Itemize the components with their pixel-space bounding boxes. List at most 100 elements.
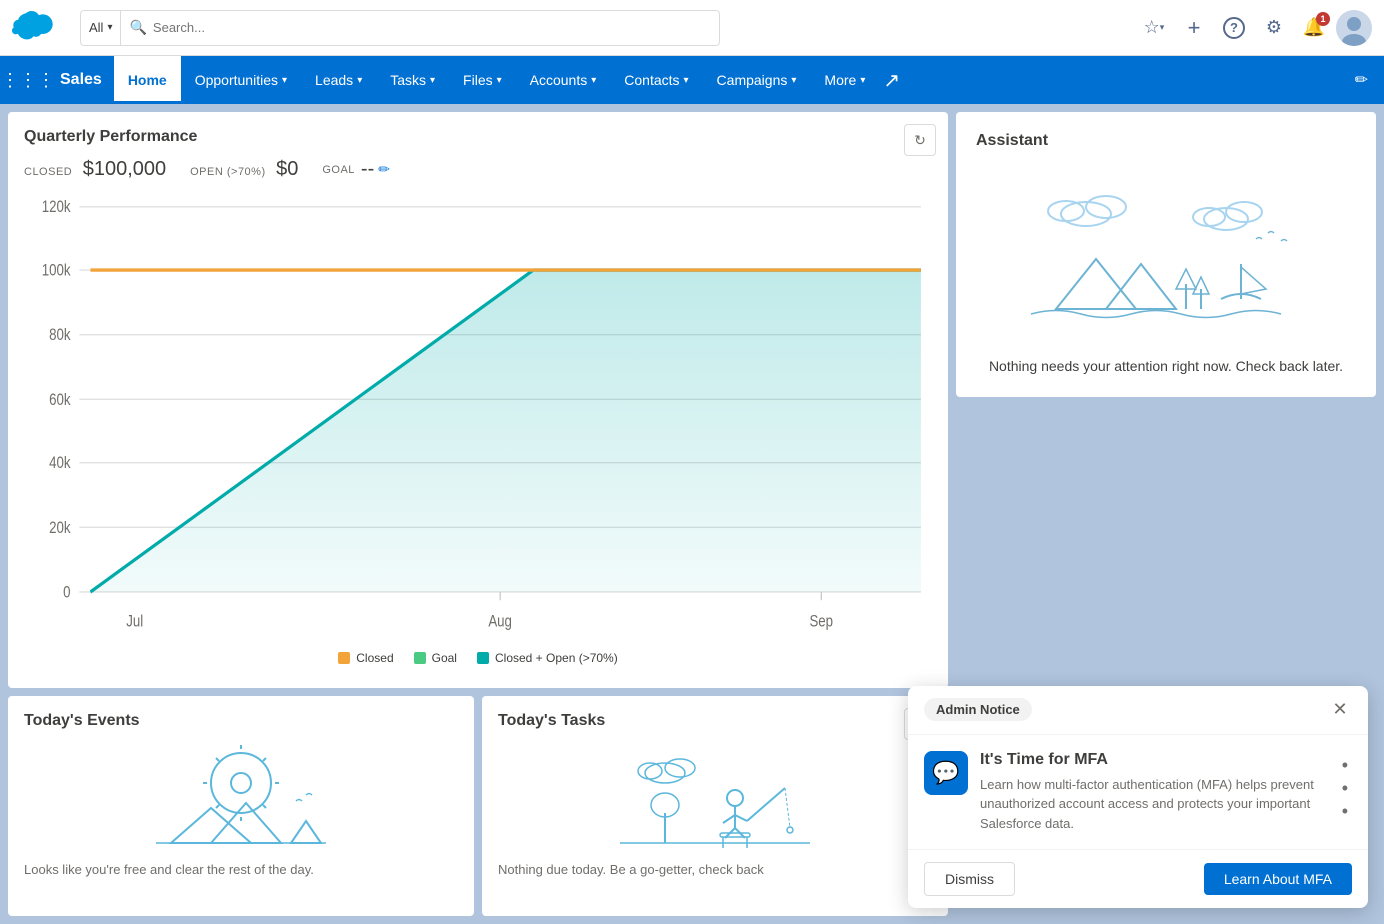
nav-tasks-label: Tasks xyxy=(390,72,426,88)
svg-text:Jul: Jul xyxy=(126,612,143,631)
events-illustration xyxy=(24,738,458,858)
nav-item-accounts[interactable]: Accounts ▾ xyxy=(516,56,611,104)
chart-title: Quarterly Performance xyxy=(24,128,932,146)
closed-open-legend-label: Closed + Open (>70%) xyxy=(495,651,618,665)
closed-label: CLOSED xyxy=(24,166,72,178)
tasks-chevron-icon: ▾ xyxy=(430,75,435,86)
grid-icon: ⋮⋮⋮ xyxy=(1,70,55,91)
svg-text:120k: 120k xyxy=(42,198,71,217)
bookmark-icon: ☆ xyxy=(1144,17,1160,38)
legend-closed: Closed xyxy=(338,651,393,665)
goal-legend-dot xyxy=(414,652,426,664)
admin-notice-close-btn[interactable]: ✕ xyxy=(1328,698,1352,722)
search-scope-selector[interactable]: All ▾ xyxy=(81,11,121,45)
topbar: All ▾ 🔍 ☆ ▾ + ? ⚙ 🔔 1 xyxy=(0,0,1384,56)
open-value: $0 xyxy=(276,158,298,180)
todays-events-card: Today's Events xyxy=(8,696,474,916)
user-avatar[interactable] xyxy=(1336,10,1372,46)
notification-icon-btn[interactable]: 🔔 1 xyxy=(1296,10,1332,46)
bottom-panels: Today's Events xyxy=(8,696,948,916)
bookmark-icon-btn[interactable]: ☆ ▾ xyxy=(1136,10,1172,46)
svg-text:60k: 60k xyxy=(49,391,71,410)
assistant-illustration xyxy=(976,162,1356,356)
goal-edit-icon[interactable]: ✏ xyxy=(378,161,390,178)
search-icon: 🔍 xyxy=(129,19,146,36)
events-text: Looks like you're free and clear the res… xyxy=(24,862,458,877)
legend-closed-open: Closed + Open (>70%) xyxy=(477,651,618,665)
goal-label: GOAL xyxy=(322,164,355,176)
events-title: Today's Events xyxy=(24,712,458,730)
add-icon-btn[interactable]: + xyxy=(1176,10,1212,46)
goal-value: -- xyxy=(361,158,374,181)
closed-stat: CLOSED $100,000 xyxy=(24,158,166,181)
nav-edit-btn[interactable]: ✏ xyxy=(1347,56,1376,104)
app-name[interactable]: Sales xyxy=(48,56,114,104)
closed-open-legend-dot xyxy=(477,652,489,664)
close-icon: ✕ xyxy=(1332,699,1347,720)
opportunities-chevron-icon: ▾ xyxy=(282,75,287,86)
contacts-chevron-icon: ▾ xyxy=(684,75,689,86)
admin-notice-more-btn[interactable]: • • • xyxy=(1338,751,1352,826)
chart-stats: CLOSED $100,000 OPEN (>70%) $0 GOAL -- ✏ xyxy=(24,158,932,181)
admin-notice-header: Admin Notice ✕ xyxy=(908,686,1368,735)
nav-more-label: More xyxy=(824,72,856,88)
nav-item-campaigns[interactable]: Campaigns ▾ xyxy=(703,56,811,104)
nav-accounts-label: Accounts xyxy=(530,72,588,88)
scope-chevron-icon: ▾ xyxy=(107,22,112,33)
nav-item-contacts[interactable]: Contacts ▾ xyxy=(610,56,702,104)
settings-icon-btn[interactable]: ⚙ xyxy=(1256,10,1292,46)
more-dot-1: • xyxy=(1342,755,1348,776)
nav-item-tasks[interactable]: Tasks ▾ xyxy=(376,56,449,104)
admin-notice-title: It's Time for MFA xyxy=(980,751,1326,769)
nav-opportunities-label: Opportunities xyxy=(195,72,278,88)
admin-notice-text: Learn how multi-factor authentication (M… xyxy=(980,775,1326,834)
legend-goal: Goal xyxy=(414,651,457,665)
admin-notice-badge: Admin Notice xyxy=(924,698,1032,721)
refresh-icon: ↻ xyxy=(914,132,926,149)
svg-text:0: 0 xyxy=(63,583,70,602)
nav-campaigns-label: Campaigns xyxy=(717,72,788,88)
open-label: OPEN (>70%) xyxy=(190,166,266,178)
nav-item-files[interactable]: Files ▾ xyxy=(449,56,516,104)
main-content: Quarterly Performance CLOSED $100,000 OP… xyxy=(0,104,1384,924)
svg-text:80k: 80k xyxy=(49,326,71,345)
svg-text:100k: 100k xyxy=(42,261,71,280)
search-input[interactable] xyxy=(153,20,711,35)
search-scope-label: All xyxy=(89,20,103,35)
more-dot-3: • xyxy=(1342,801,1348,822)
nav-item-more[interactable]: More ▾ xyxy=(810,56,879,104)
svg-text:Aug: Aug xyxy=(488,612,512,631)
mfa-icon: 💬 xyxy=(924,751,968,795)
salesforce-logo[interactable] xyxy=(12,11,60,45)
nav-home-label: Home xyxy=(128,72,167,88)
notification-badge: 1 xyxy=(1316,12,1330,26)
bookmark-chevron-icon: ▾ xyxy=(1160,22,1165,33)
search-input-wrap: 🔍 xyxy=(121,19,719,36)
closed-value: $100,000 xyxy=(83,158,166,180)
more-dot-2: • xyxy=(1342,778,1348,799)
open-stat: OPEN (>70%) $0 xyxy=(190,158,298,181)
leads-chevron-icon: ▾ xyxy=(357,75,362,86)
app-launcher-btn[interactable]: ⋮⋮⋮ xyxy=(8,56,48,104)
learn-mfa-button[interactable]: Learn About MFA xyxy=(1204,863,1352,895)
tasks-text: Nothing due today. Be a go-getter, check… xyxy=(498,862,932,877)
dismiss-button[interactable]: Dismiss xyxy=(924,862,1015,896)
help-icon: ? xyxy=(1223,17,1245,39)
chart-area: 120k 100k 80k 60k 40k 20k 0 Jul Aug Sep xyxy=(24,193,932,647)
edit-icon: ✏ xyxy=(1355,70,1368,90)
nav-item-home[interactable]: Home xyxy=(114,56,181,104)
nav-item-leads[interactable]: Leads ▾ xyxy=(301,56,376,104)
topbar-icons: ☆ ▾ + ? ⚙ 🔔 1 xyxy=(1136,10,1372,46)
nav-item-opportunities[interactable]: Opportunities ▾ xyxy=(181,56,301,104)
files-chevron-icon: ▾ xyxy=(497,75,502,86)
assistant-title: Assistant xyxy=(976,132,1356,150)
refresh-button[interactable]: ↻ xyxy=(904,124,936,156)
campaigns-chevron-icon: ▾ xyxy=(791,75,796,86)
more-chevron-icon: ▾ xyxy=(860,75,865,86)
todays-tasks-card: Today's Tasks ⇅ xyxy=(482,696,948,916)
admin-notice-content: It's Time for MFA Learn how multi-factor… xyxy=(980,751,1326,834)
goal-stat: GOAL -- ✏ xyxy=(322,158,390,181)
help-icon-btn[interactable]: ? xyxy=(1216,10,1252,46)
closed-legend-label: Closed xyxy=(356,651,393,665)
svg-text:20k: 20k xyxy=(49,518,71,537)
